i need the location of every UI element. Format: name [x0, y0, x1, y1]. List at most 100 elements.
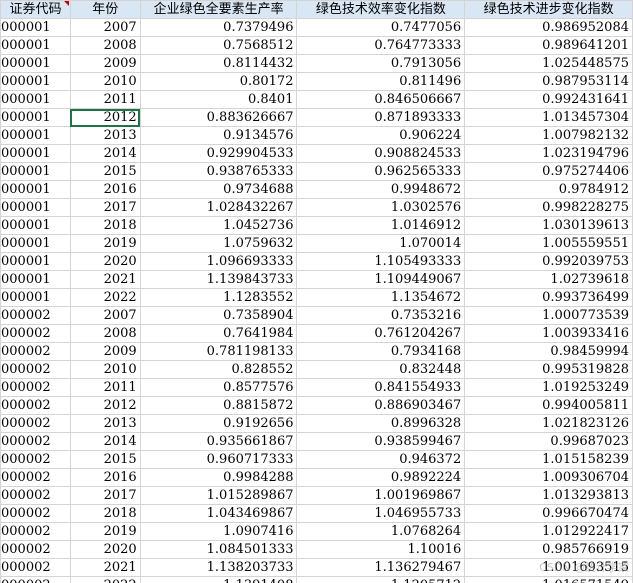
table-cell[interactable]: 000001: [0, 180, 71, 199]
table-cell[interactable]: 0.9734688: [139, 180, 298, 199]
table-cell[interactable]: 2014: [69, 432, 141, 451]
table-cell[interactable]: 0.7568512: [139, 36, 298, 55]
table-cell[interactable]: 1.013457304: [464, 108, 633, 127]
table-cell[interactable]: 0.996670474: [464, 504, 633, 523]
table-cell[interactable]: 2012: [69, 396, 141, 415]
table-cell[interactable]: 1.10016: [296, 540, 466, 559]
table-cell[interactable]: 2016: [69, 468, 141, 487]
table-cell[interactable]: 0.841554933: [296, 378, 466, 397]
table-cell[interactable]: 1.021823126: [464, 414, 633, 433]
table-cell[interactable]: 1.003933416: [464, 324, 633, 343]
table-cell[interactable]: 000001: [0, 216, 71, 235]
table-cell[interactable]: 2018: [69, 504, 141, 523]
table-cell[interactable]: 0.992039753: [464, 252, 633, 271]
table-cell[interactable]: 0.832448: [296, 360, 466, 379]
table-cell[interactable]: 000002: [0, 450, 71, 469]
table-cell[interactable]: 0.886903467: [296, 396, 466, 415]
table-cell[interactable]: 2014: [69, 144, 141, 163]
selected-cell[interactable]: 2012: [69, 108, 141, 127]
table-cell[interactable]: 000001: [0, 234, 71, 253]
column-header-stock-code[interactable]: 证券代码: [0, 0, 71, 19]
table-cell[interactable]: 1.001693515: [464, 558, 633, 577]
table-cell[interactable]: 2007: [69, 306, 141, 325]
table-cell[interactable]: 1.1205712: [296, 576, 466, 583]
table-cell[interactable]: 0.98459994: [464, 342, 633, 361]
table-cell[interactable]: 0.938765333: [139, 162, 298, 181]
table-cell[interactable]: 0.9892224: [296, 468, 466, 487]
table-cell[interactable]: 0.7379496: [139, 18, 298, 37]
table-cell[interactable]: 1.015158239: [464, 450, 633, 469]
table-cell[interactable]: 0.761204267: [296, 324, 466, 343]
table-cell[interactable]: 2007: [69, 18, 141, 37]
table-cell[interactable]: 1.005559551: [464, 234, 633, 253]
table-cell[interactable]: 1.009306704: [464, 468, 633, 487]
table-cell[interactable]: 0.946372: [296, 450, 466, 469]
table-cell[interactable]: 2019: [69, 234, 141, 253]
table-cell[interactable]: 0.986952084: [464, 18, 633, 37]
table-cell[interactable]: 2009: [69, 342, 141, 361]
table-cell[interactable]: 0.975274406: [464, 162, 633, 181]
table-cell[interactable]: 000001: [0, 108, 71, 127]
table-cell[interactable]: 0.995319828: [464, 360, 633, 379]
table-cell[interactable]: 0.846506667: [296, 90, 466, 109]
table-cell[interactable]: 0.8996328: [296, 414, 466, 433]
table-cell[interactable]: 000002: [0, 540, 71, 559]
table-cell[interactable]: 1.007982132: [464, 126, 633, 145]
table-cell[interactable]: 2016: [69, 180, 141, 199]
table-cell[interactable]: 000002: [0, 360, 71, 379]
table-cell[interactable]: 0.828552: [139, 360, 298, 379]
table-cell[interactable]: 000002: [0, 396, 71, 415]
table-cell[interactable]: 1.028432267: [139, 198, 298, 217]
table-cell[interactable]: 1.109449067: [296, 270, 466, 289]
table-cell[interactable]: 0.764773333: [296, 36, 466, 55]
table-cell[interactable]: 0.989641201: [464, 36, 633, 55]
table-cell[interactable]: 1.0302576: [296, 198, 466, 217]
table-cell[interactable]: 000002: [0, 306, 71, 325]
table-cell[interactable]: 1.019253249: [464, 378, 633, 397]
table-cell[interactable]: 000001: [0, 270, 71, 289]
table-cell[interactable]: 1.1391408: [139, 576, 298, 583]
column-header-tech-progress-change[interactable]: 绿色技术进步变化指数: [464, 0, 633, 19]
table-cell[interactable]: 0.8114432: [139, 54, 298, 73]
table-cell[interactable]: 1.1283552: [139, 288, 298, 307]
table-cell[interactable]: 2013: [69, 126, 141, 145]
table-cell[interactable]: 0.935661867: [139, 432, 298, 451]
table-cell[interactable]: 000002: [0, 522, 71, 541]
table-cell[interactable]: 000002: [0, 468, 71, 487]
table-cell[interactable]: 0.992431641: [464, 90, 633, 109]
table-cell[interactable]: 0.7358904: [139, 306, 298, 325]
table-cell[interactable]: 0.993736499: [464, 288, 633, 307]
table-cell[interactable]: 1.138203733: [139, 558, 298, 577]
table-cell[interactable]: 2021: [69, 558, 141, 577]
table-cell[interactable]: 0.811496: [296, 72, 466, 91]
table-cell[interactable]: 2017: [69, 198, 141, 217]
table-cell[interactable]: 0.7477056: [296, 18, 466, 37]
table-cell[interactable]: 2018: [69, 216, 141, 235]
table-cell[interactable]: 2013: [69, 414, 141, 433]
table-cell[interactable]: 0.7641984: [139, 324, 298, 343]
table-cell[interactable]: 2019: [69, 522, 141, 541]
table-cell[interactable]: 1.02739618: [464, 270, 633, 289]
table-cell[interactable]: 0.906224: [296, 126, 466, 145]
table-cell[interactable]: 000001: [0, 126, 71, 145]
table-cell[interactable]: 000001: [0, 288, 71, 307]
table-cell[interactable]: 0.938599467: [296, 432, 466, 451]
table-cell[interactable]: 0.987953114: [464, 72, 633, 91]
table-cell[interactable]: 0.9192656: [139, 414, 298, 433]
table-cell[interactable]: 0.9784912: [464, 180, 633, 199]
table-cell[interactable]: 000001: [0, 144, 71, 163]
table-cell[interactable]: 2017: [69, 486, 141, 505]
table-cell[interactable]: 2008: [69, 324, 141, 343]
table-cell[interactable]: 1.0759632: [139, 234, 298, 253]
table-cell[interactable]: 1.023194796: [464, 144, 633, 163]
table-cell[interactable]: 1.016571549: [464, 576, 633, 583]
table-cell[interactable]: 1.001969867: [296, 486, 466, 505]
table-cell[interactable]: 0.9134576: [139, 126, 298, 145]
table-cell[interactable]: 2011: [69, 90, 141, 109]
table-cell[interactable]: 2009: [69, 54, 141, 73]
table-cell[interactable]: 1.000773539: [464, 306, 633, 325]
table-cell[interactable]: 0.7913056: [296, 54, 466, 73]
table-cell[interactable]: 0.908824533: [296, 144, 466, 163]
table-cell[interactable]: 2015: [69, 162, 141, 181]
table-cell[interactable]: 2022: [69, 576, 141, 583]
